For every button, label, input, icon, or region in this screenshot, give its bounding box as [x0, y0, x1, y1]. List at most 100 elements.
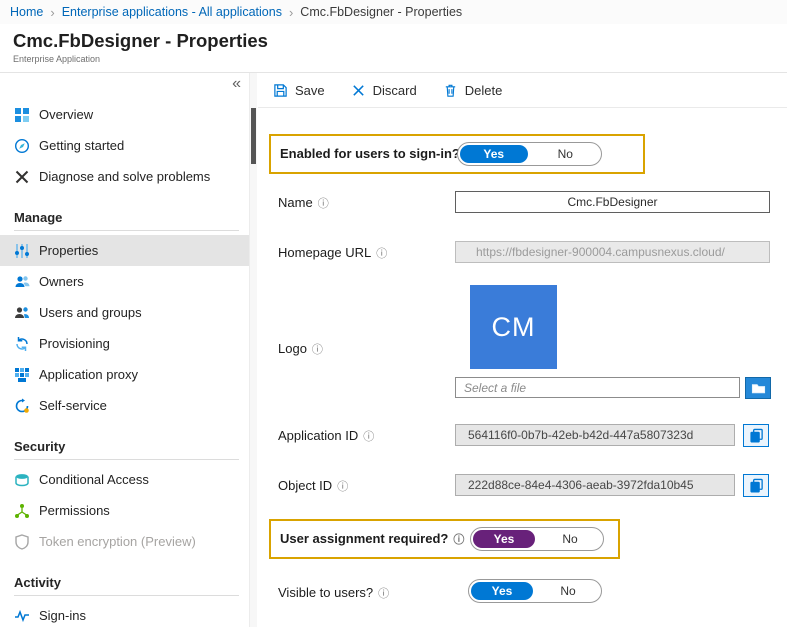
user-assignment-toggle-no[interactable]: No — [539, 530, 601, 548]
collapse-sidebar-button[interactable]: « — [232, 76, 241, 92]
divider — [14, 459, 239, 460]
user-assignment-highlight-box: User assignment required?ⓘ Yes No — [269, 519, 620, 559]
signin-label: Enabled for users to sign-in?ⓘ — [271, 146, 476, 162]
permissions-icon — [14, 503, 30, 519]
sidebar-item-label: Provisioning — [39, 336, 110, 351]
page-subtitle: Enterprise Application — [13, 54, 268, 64]
info-icon[interactable]: ⓘ — [337, 481, 348, 493]
getting-started-icon — [14, 138, 30, 154]
overview-icon — [14, 107, 30, 123]
token-encryption-icon — [14, 534, 30, 550]
info-icon[interactable]: ⓘ — [376, 248, 387, 260]
sidebar-item-properties[interactable]: Properties — [0, 235, 249, 266]
homepage-input — [455, 241, 770, 263]
breadcrumb-home[interactable]: Home — [10, 5, 43, 19]
application-id-label: Application IDⓘ — [278, 428, 374, 444]
properties-icon — [14, 243, 30, 259]
user-assignment-toggle: Yes No — [470, 527, 604, 551]
object-id-label: Object IDⓘ — [278, 478, 348, 494]
discard-label: Discard — [373, 83, 417, 98]
name-label: Nameⓘ — [278, 195, 329, 211]
content-pane: Save Discard Delete Enabled for users to… — [258, 73, 787, 627]
self-service-icon — [14, 398, 30, 414]
visible-toggle-no[interactable]: No — [537, 582, 599, 600]
visible-label: Visible to users?ⓘ — [278, 585, 389, 601]
signin-toggle: Yes No — [457, 142, 602, 166]
sidebar-section-activity: Activity — [0, 572, 249, 592]
sidebar-section-security: Security — [0, 436, 249, 456]
save-icon — [273, 83, 288, 98]
save-label: Save — [295, 83, 325, 98]
application-proxy-icon — [14, 367, 30, 383]
info-icon[interactable]: ⓘ — [363, 431, 374, 443]
sidebar-item-overview[interactable]: Overview — [0, 99, 249, 130]
name-input[interactable] — [455, 191, 770, 213]
copy-icon — [749, 428, 764, 443]
sidebar-section-manage: Manage — [0, 207, 249, 227]
copy-application-id-button[interactable] — [743, 424, 769, 447]
sign-ins-icon — [14, 608, 30, 624]
copy-icon — [749, 478, 764, 493]
chevron-right-icon: › — [289, 5, 293, 20]
app-logo: CM — [470, 285, 557, 369]
diagnose-icon — [14, 169, 30, 185]
info-icon[interactable]: ⓘ — [318, 198, 329, 210]
sidebar-item-application-proxy[interactable]: Application proxy — [0, 359, 249, 390]
discard-button[interactable]: Discard — [351, 83, 417, 98]
sidebar-item-label: Permissions — [39, 503, 110, 518]
sidebar-item-getting-started[interactable]: Getting started — [0, 130, 249, 161]
sidebar-item-label: Conditional Access — [39, 472, 149, 487]
sidebar-item-label: Owners — [39, 274, 84, 289]
breadcrumb: Home › Enterprise applications - All app… — [0, 0, 787, 24]
toolbar: Save Discard Delete — [258, 73, 787, 108]
info-icon[interactable]: ⓘ — [378, 588, 389, 600]
user-assignment-label: User assignment required?ⓘ — [271, 531, 464, 547]
workspace: « Overview Getting started Diagnose and … — [0, 72, 787, 627]
sidebar-item-sign-ins[interactable]: Sign-ins — [0, 600, 249, 627]
browse-file-button[interactable] — [745, 377, 771, 399]
discard-icon — [351, 83, 366, 98]
sidebar-item-conditional-access[interactable]: Conditional Access — [0, 464, 249, 495]
sidebar-item-self-service[interactable]: Self-service — [0, 390, 249, 421]
signin-toggle-no[interactable]: No — [532, 145, 600, 163]
sidebar-item-diagnose[interactable]: Diagnose and solve problems — [0, 161, 249, 192]
object-id-value — [455, 474, 735, 496]
sidebar-item-permissions[interactable]: Permissions — [0, 495, 249, 526]
sidebar-item-label: Properties — [39, 243, 98, 258]
menu-scrollbar[interactable] — [250, 73, 257, 627]
conditional-access-icon — [14, 472, 30, 488]
users-groups-icon — [14, 305, 30, 321]
visible-toggle-yes[interactable]: Yes — [471, 582, 533, 600]
properties-form: Enabled for users to sign-in?ⓘ Yes No Na… — [258, 109, 787, 627]
owners-icon — [14, 274, 30, 290]
copy-object-id-button[interactable] — [743, 474, 769, 497]
signin-toggle-yes[interactable]: Yes — [460, 145, 528, 163]
provisioning-icon — [14, 336, 30, 352]
sidebar-item-owners[interactable]: Owners — [0, 266, 249, 297]
logo-label: Logoⓘ — [278, 341, 323, 357]
breadcrumb-current: Cmc.FbDesigner - Properties — [300, 5, 462, 19]
info-icon[interactable]: ⓘ — [453, 534, 464, 546]
menu-scrollbar-thumb[interactable] — [251, 108, 256, 164]
sidebar-item-label: Diagnose and solve problems — [39, 169, 210, 184]
user-assignment-toggle-yes[interactable]: Yes — [473, 530, 535, 548]
page-title: Cmc.FbDesigner - Properties — [13, 30, 268, 52]
sidebar-item-token-encryption[interactable]: Token encryption (Preview) — [0, 526, 249, 557]
info-icon[interactable]: ⓘ — [312, 344, 323, 356]
logo-file-input[interactable] — [455, 377, 740, 398]
sidebar-item-label: Users and groups — [39, 305, 142, 320]
sidebar-item-label: Sign-ins — [39, 608, 86, 623]
sidebar-item-label: Token encryption (Preview) — [39, 534, 196, 549]
sidebar-item-label: Overview — [39, 107, 93, 122]
breadcrumb-enterprise-applications[interactable]: Enterprise applications - All applicatio… — [62, 5, 282, 19]
divider — [14, 230, 239, 231]
sidebar-item-label: Getting started — [39, 138, 124, 153]
sidebar-nav: Overview Getting started Diagnose and so… — [0, 99, 249, 627]
sidebar-item-provisioning[interactable]: Provisioning — [0, 328, 249, 359]
folder-icon — [751, 381, 766, 396]
sidebar: « Overview Getting started Diagnose and … — [0, 73, 250, 627]
sidebar-item-label: Self-service — [39, 398, 107, 413]
sidebar-item-users-and-groups[interactable]: Users and groups — [0, 297, 249, 328]
save-button[interactable]: Save — [273, 83, 325, 98]
delete-button[interactable]: Delete — [443, 83, 503, 98]
